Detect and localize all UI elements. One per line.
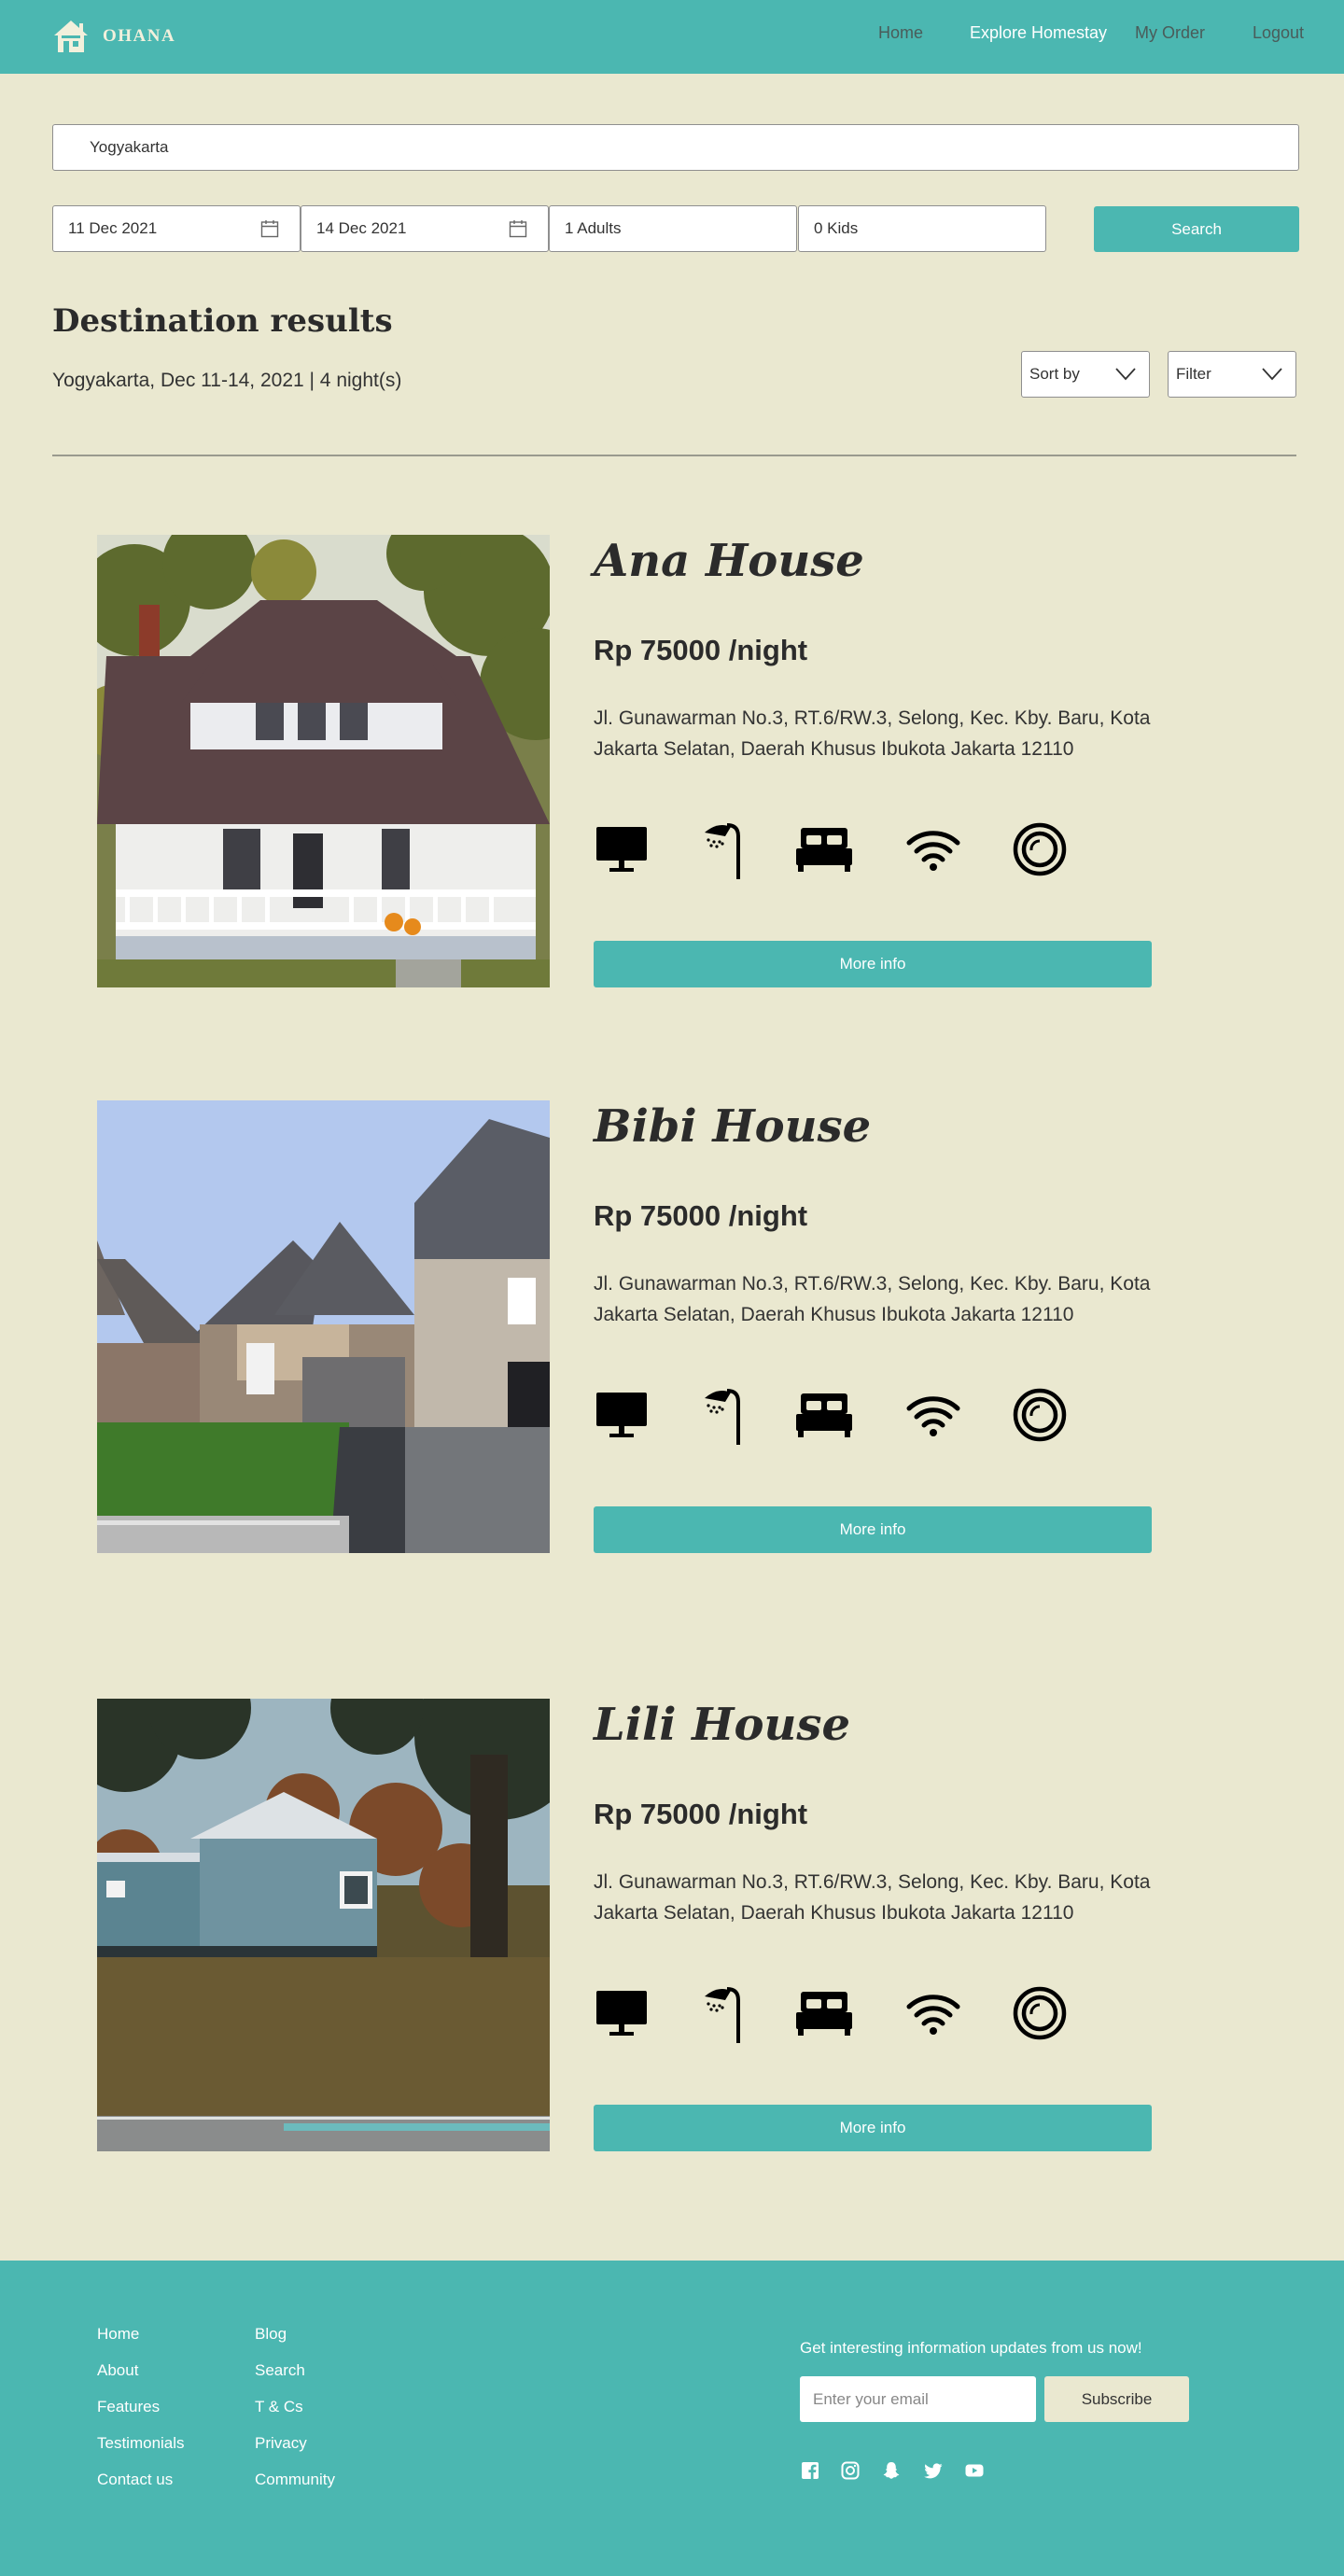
footer-link-privacy[interactable]: Privacy (255, 2434, 307, 2453)
youtube-icon[interactable] (964, 2460, 985, 2481)
results-title: Destination results (52, 302, 393, 340)
house-photo (97, 1100, 550, 1553)
listing-name[interactable]: Bibi House (594, 1100, 871, 1153)
washing-machine-icon (1012, 1385, 1068, 1445)
shower-icon (702, 1983, 743, 2043)
washing-machine-icon (1012, 819, 1068, 879)
nav-explore-homestay[interactable]: Explore Homestay (970, 23, 1107, 43)
footer-link-blog[interactable]: Blog (255, 2325, 287, 2344)
tv-icon (594, 1983, 650, 2043)
listing-address: Jl. Gunawarman No.3, RT.6/RW.3, Selong, … (594, 1871, 1151, 1924)
location-value: Yogyakarta (90, 138, 169, 156)
washing-machine-icon (1012, 1983, 1068, 2043)
email-field[interactable]: Enter your email (800, 2376, 1036, 2422)
listing-price: Rp 75000 /night (594, 634, 808, 666)
listing-photo[interactable] (97, 1100, 550, 1553)
kids-value: 0 Kids (814, 219, 859, 237)
facebook-icon[interactable] (800, 2460, 820, 2481)
listing-address: Jl. Gunawarman No.3, RT.6/RW.3, Selong, … (594, 1273, 1151, 1325)
tv-icon (594, 819, 650, 879)
footer-link-testimonials[interactable]: Testimonials (97, 2434, 185, 2453)
location-input[interactable]: Yogyakarta (52, 124, 1299, 171)
chevron-down-icon (1115, 368, 1136, 381)
house-logo-icon (54, 21, 88, 52)
adults-value: 1 Adults (565, 219, 622, 237)
sort-dropdown[interactable]: Sort by (1021, 351, 1150, 398)
bed-icon (795, 1983, 853, 2043)
more-info-button[interactable]: More info (594, 941, 1152, 987)
footer-link-search[interactable]: Search (255, 2361, 305, 2380)
more-info-button[interactable]: More info (594, 1506, 1152, 1553)
listing-photo[interactable] (97, 535, 550, 987)
listing-address: Jl. Gunawarman No.3, RT.6/RW.3, Selong, … (594, 707, 1151, 760)
wifi-icon (905, 819, 961, 879)
listing-price: Rp 75000 /night (594, 1798, 808, 1830)
house-photo (97, 1699, 550, 2151)
results-subtitle: Yogyakarta, Dec 11-14, 2021 | 4 night(s) (52, 370, 402, 391)
listing-price: Rp 75000 /night (594, 1199, 808, 1232)
sort-label: Sort by (1029, 365, 1080, 383)
footer-link-community[interactable]: Community (255, 2471, 335, 2489)
subscribe-button[interactable]: Subscribe (1044, 2376, 1189, 2422)
listing-card: Bibi House Rp 75000 /night Jl. Gunawarma… (0, 1100, 1344, 1554)
shower-icon (702, 819, 743, 879)
filter-label: Filter (1176, 365, 1211, 383)
calendar-icon[interactable] (260, 219, 279, 238)
brand-name: OHANA (103, 26, 176, 46)
house-photo (97, 535, 550, 987)
newsletter-text: Get interesting information updates from… (800, 2339, 1142, 2357)
listing-card: Ana House Rp 75000 /night Jl. Gunawarman… (0, 535, 1344, 988)
nav-home[interactable]: Home (878, 23, 923, 43)
wifi-icon (905, 1983, 961, 2043)
brand-logo[interactable]: OHANA (52, 19, 175, 54)
tv-icon (594, 1385, 650, 1445)
adults-field[interactable]: 1 Adults (549, 205, 797, 252)
nav-my-order[interactable]: My Order (1135, 23, 1205, 43)
snapchat-icon[interactable] (881, 2460, 902, 2481)
nav-logout[interactable]: Logout (1253, 23, 1304, 43)
checkout-value: 14 Dec 2021 (316, 219, 407, 237)
footer-link-features[interactable]: Features (97, 2398, 160, 2416)
footer-link-contact[interactable]: Contact us (97, 2471, 173, 2489)
wifi-icon (905, 1385, 961, 1445)
footer-link-home[interactable]: Home (97, 2325, 139, 2344)
instagram-icon[interactable] (840, 2460, 861, 2481)
filter-dropdown[interactable]: Filter (1168, 351, 1296, 398)
calendar-icon[interactable] (509, 219, 527, 238)
footer-link-about[interactable]: About (97, 2361, 138, 2380)
more-info-button[interactable]: More info (594, 2105, 1152, 2151)
checkin-value: 11 Dec 2021 (68, 219, 158, 237)
kids-field[interactable]: 0 Kids (798, 205, 1046, 252)
chevron-down-icon (1262, 368, 1282, 381)
navbar: OHANA Home Explore Homestay My Order Log… (0, 0, 1344, 74)
listing-card: Lili House Rp 75000 /night Jl. Gunawarma… (0, 1699, 1344, 2152)
shower-icon (702, 1385, 743, 1445)
listing-photo[interactable] (97, 1699, 550, 2151)
listing-name[interactable]: Lili House (594, 1699, 850, 1751)
bed-icon (795, 819, 853, 879)
section-divider (52, 455, 1296, 456)
listing-name[interactable]: Ana House (594, 535, 864, 587)
search-button[interactable]: Search (1094, 206, 1299, 252)
footer-link-terms[interactable]: T & Cs (255, 2398, 303, 2416)
bed-icon (795, 1385, 853, 1445)
twitter-icon[interactable] (923, 2460, 944, 2481)
email-placeholder: Enter your email (813, 2389, 929, 2408)
footer: Home About Features Testimonials Contact… (0, 2261, 1344, 2576)
checkout-date-field[interactable]: 14 Dec 2021 (301, 205, 549, 252)
checkin-date-field[interactable]: 11 Dec 2021 (52, 205, 301, 252)
